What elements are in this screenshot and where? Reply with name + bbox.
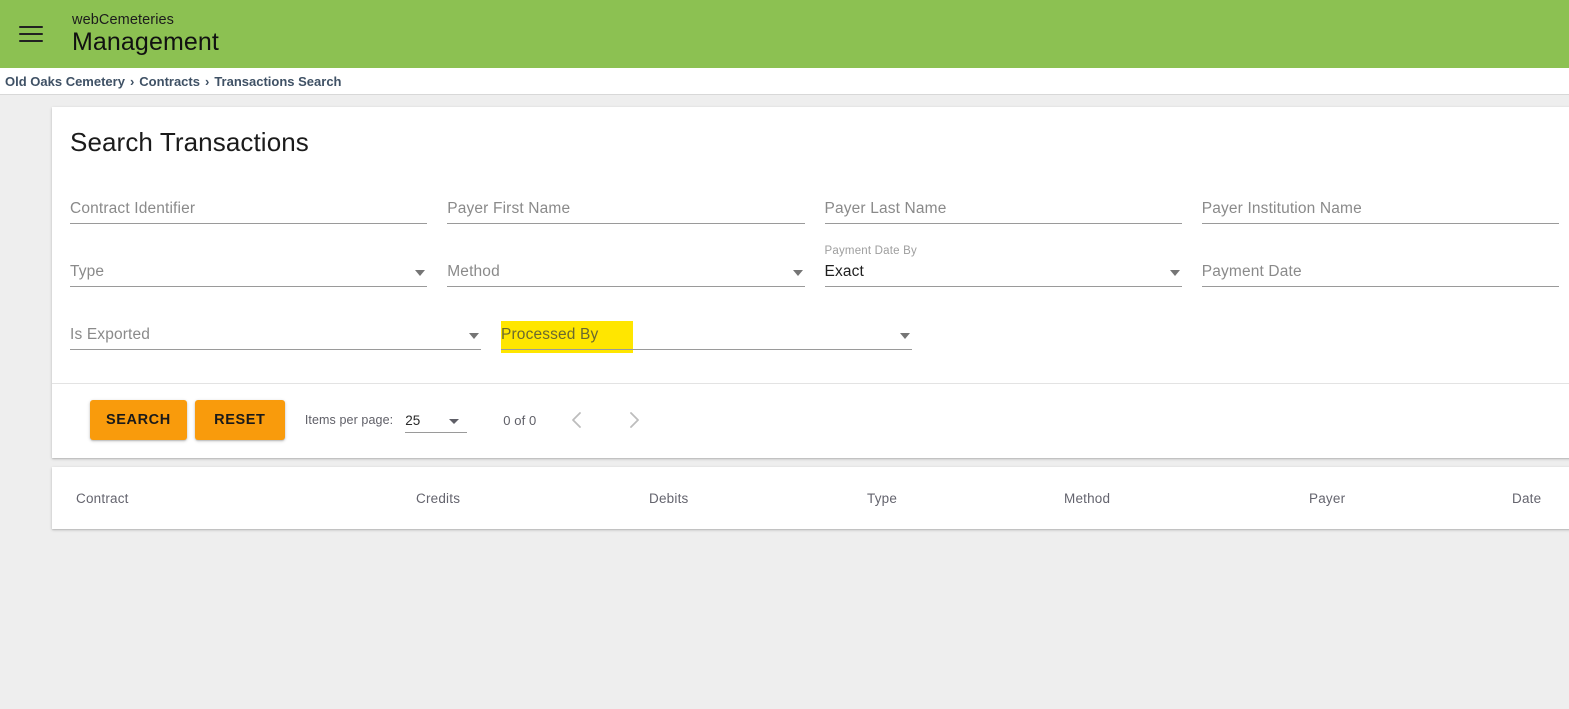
field-underline <box>501 349 912 350</box>
field-payment-date[interactable]: Payment Date <box>1201 247 1559 295</box>
hamburger-bar <box>19 26 43 28</box>
results-table: Contract Credits Debits Type Method Paye… <box>52 467 1569 529</box>
field-contract-identifier[interactable]: Contract Identifier <box>70 184 428 232</box>
chevron-left-icon <box>572 412 582 428</box>
breadcrumb-bar: Old Oaks Cemetery › Contracts › Transact… <box>0 68 1569 95</box>
search-panel: Search Transactions Contract Identifier … <box>52 107 1569 458</box>
page-title: Search Transactions <box>70 127 309 157</box>
form-row-1: Contract Identifier Payer First Name Pay… <box>70 184 1569 247</box>
column-header-method[interactable]: Method <box>1064 491 1309 506</box>
chevron-down-icon[interactable] <box>415 270 426 276</box>
field-label-is-exported: Is Exported <box>70 326 151 343</box>
hamburger-menu-icon[interactable] <box>14 17 48 51</box>
breadcrumb-item-contracts[interactable]: Contracts <box>139 74 200 89</box>
search-form: Contract Identifier Payer First Name Pay… <box>52 158 1569 373</box>
column-header-debits[interactable]: Debits <box>649 491 867 506</box>
brand-product-name: webCemeteries <box>72 11 175 28</box>
field-underline <box>824 286 1182 287</box>
field-payer-institution-name[interactable]: Payer Institution Name <box>1201 184 1559 232</box>
field-payment-date-by[interactable]: Payment Date By Exact <box>824 245 1182 295</box>
search-actions: SEARCH RESET Items per page: 25 0 of 0 <box>52 384 1569 458</box>
hamburger-bar <box>19 33 43 35</box>
brand: webCemeteries Management <box>72 11 219 56</box>
field-is-exported[interactable]: Is Exported <box>70 310 481 358</box>
column-header-type[interactable]: Type <box>867 491 1064 506</box>
field-label-payer-last-name: Payer Last Name <box>824 200 947 217</box>
chevron-down-icon[interactable] <box>900 333 910 339</box>
breadcrumb-item-transactions-search[interactable]: Transactions Search <box>214 74 341 89</box>
column-header-payer[interactable]: Payer <box>1309 491 1512 506</box>
field-label-payer-first-name: Payer First Name <box>447 200 571 217</box>
items-per-page-value: 25 <box>405 413 421 428</box>
field-label-type: Type <box>70 263 105 280</box>
search-button[interactable]: SEARCH <box>90 400 187 440</box>
column-header-credits[interactable]: Credits <box>416 491 649 506</box>
chevron-down-icon[interactable] <box>469 333 479 339</box>
breadcrumb: Old Oaks Cemetery › Contracts › Transact… <box>5 74 342 89</box>
form-row-3: Is Exported Processed By <box>70 310 1569 373</box>
field-underline <box>1201 286 1559 287</box>
chevron-down-icon[interactable] <box>1169 270 1180 276</box>
field-underline <box>70 286 428 287</box>
field-label-processed-by: Processed By <box>501 326 599 343</box>
field-underline <box>824 223 1182 224</box>
field-type[interactable]: Type <box>70 247 428 295</box>
reset-button[interactable]: RESET <box>194 400 285 440</box>
app-header: webCemeteries Management <box>0 0 1569 68</box>
chevron-down-icon <box>449 419 460 424</box>
field-underline <box>1201 223 1559 224</box>
field-label-payment-date-by: Payment Date By <box>824 245 917 257</box>
field-underline <box>70 223 428 224</box>
field-label-contract-identifier: Contract Identifier <box>70 200 196 217</box>
field-underline <box>70 349 481 350</box>
field-value-payment-date-by: Exact <box>824 263 865 280</box>
field-label-method: Method <box>447 263 500 280</box>
hamburger-bar <box>19 40 43 42</box>
table-header-row: Contract Credits Debits Type Method Paye… <box>52 467 1569 529</box>
items-per-page-label: Items per page: <box>304 413 394 427</box>
select-underline <box>405 432 468 433</box>
field-underline <box>447 286 805 287</box>
field-method[interactable]: Method <box>447 247 805 295</box>
chevron-down-icon[interactable] <box>792 270 803 276</box>
field-label-payer-institution-name: Payer Institution Name <box>1201 200 1362 217</box>
field-payer-last-name[interactable]: Payer Last Name <box>824 184 1182 232</box>
next-page-button[interactable] <box>616 402 652 438</box>
column-header-contract[interactable]: Contract <box>76 491 416 506</box>
brand-module-name: Management <box>72 27 219 56</box>
column-header-date[interactable]: Date <box>1512 491 1569 506</box>
chevron-right-icon <box>630 412 640 428</box>
previous-page-button[interactable] <box>558 402 594 438</box>
field-label-payment-date: Payment Date <box>1201 263 1302 280</box>
form-row-2: Type Method Payment Date By Exact Paymen <box>70 245 1569 310</box>
field-payer-first-name[interactable]: Payer First Name <box>447 184 805 232</box>
breadcrumb-item-cemetery[interactable]: Old Oaks Cemetery <box>5 74 125 89</box>
breadcrumb-separator-icon: › <box>204 73 210 89</box>
paginator: Items per page: 25 0 of 0 <box>305 402 653 438</box>
items-per-page-select[interactable]: 25 <box>405 407 468 433</box>
breadcrumb-separator-icon: › <box>129 73 135 89</box>
field-underline <box>447 223 805 224</box>
page-content: Search Transactions Contract Identifier … <box>0 95 1569 708</box>
field-processed-by[interactable]: Processed By <box>501 310 912 358</box>
page-range-label: 0 of 0 <box>503 412 537 428</box>
